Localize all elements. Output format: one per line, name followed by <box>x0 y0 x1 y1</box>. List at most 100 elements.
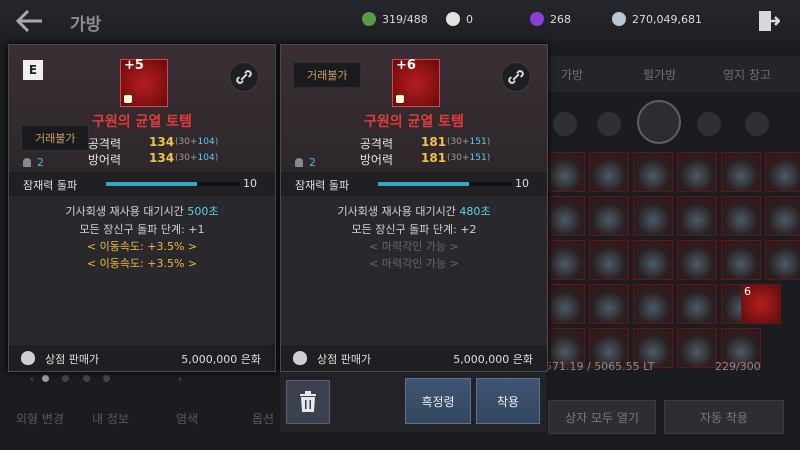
trash-icon[interactable] <box>286 380 330 424</box>
item-name: 구원의 균열 토템 <box>364 114 464 130</box>
inventory-slot[interactable] <box>545 284 585 324</box>
money-bag-icon <box>293 351 307 365</box>
inventory-slot[interactable] <box>765 196 800 236</box>
breakthrough-line: 모든 장신구 돌파 단계: +1 <box>79 223 205 236</box>
tab-appearance[interactable]: 외형 변경 <box>16 410 64 427</box>
inventory-grid: 6 <box>545 152 800 368</box>
inventory-slot[interactable] <box>589 196 629 236</box>
potential-breakthrough: 잠재력 돌파 10 <box>281 172 547 196</box>
tab-options[interactable]: 옵션 <box>252 410 274 427</box>
page-dot <box>42 375 50 382</box>
sell-price-row: 상점 판매가 5,000,000 은화 <box>281 345 547 371</box>
page-dot <box>102 375 110 382</box>
cooldown-line: 기사회생 재사용 대기시간 480초 <box>337 205 491 218</box>
shield-filter-icon[interactable] <box>697 112 721 136</box>
inventory-slot[interactable] <box>589 240 629 280</box>
bottom-tab-bar: 외형 변경 내 정보 염색 옵션 <box>0 400 280 438</box>
accessory-filter-icon[interactable] <box>637 100 681 144</box>
magic-engrave-line: < 마력각인 가능 > <box>369 257 459 270</box>
untradeable-tag: 거래불가 <box>293 62 362 88</box>
link-icon[interactable] <box>229 62 259 92</box>
equip-button[interactable]: 착용 <box>476 378 540 424</box>
inventory-slot[interactable] <box>677 152 717 192</box>
chevron-right-icon[interactable]: › <box>178 374 182 385</box>
top-bar: 가방 319/488 0 268 270,049,681 <box>0 0 800 42</box>
inventory-slot[interactable] <box>633 152 673 192</box>
armor-filter-icon[interactable] <box>597 112 621 136</box>
page-dot <box>82 375 90 382</box>
cooldown-line: 기사회생 재사용 대기시간 500초 <box>65 205 219 218</box>
resource-pearl: 0 <box>446 10 473 28</box>
trash-glyph-icon <box>300 391 316 412</box>
inventory-slot[interactable] <box>633 196 673 236</box>
item-card-current: E 거래불가 +5 구원의 균열 토템 공격력 134 (30+104) 방어력… <box>8 44 276 372</box>
move-speed-line: < 이동속도: +3.5% > <box>86 240 198 253</box>
green-coin-icon <box>362 12 376 26</box>
inventory-slot[interactable] <box>677 284 717 324</box>
potion-filter-icon[interactable] <box>745 112 769 136</box>
item-card-compare: 거래불가 +6 구원의 균열 토템 공격력 181 (30+151) 방어력 1… <box>280 44 548 372</box>
silver-coin-icon <box>612 12 626 26</box>
potential-breakthrough: 잠재력 돌파 10 <box>9 172 275 196</box>
page-dot <box>62 375 70 382</box>
breakthrough-progress-bar <box>378 182 512 186</box>
stack-count: 2 <box>23 156 44 169</box>
breakthrough-progress-fill <box>106 182 198 186</box>
link-icon[interactable] <box>501 62 531 92</box>
auto-equip-button[interactable]: 자동 착용 <box>664 400 784 434</box>
tab-my-info[interactable]: 내 정보 <box>92 410 129 427</box>
breakthrough-line: 모든 장신구 돌파 단계: +2 <box>351 223 477 236</box>
totem-item-icon: +6 <box>392 58 440 107</box>
inventory-slot[interactable] <box>721 196 761 236</box>
page-title: 가방 <box>70 15 102 35</box>
exit-door-icon[interactable] <box>756 9 780 33</box>
inventory-slot[interactable] <box>545 196 585 236</box>
resource-silver: 270,049,681 <box>612 10 702 28</box>
tab-storage[interactable]: 영지 창고 <box>723 66 771 83</box>
page-indicator: ‹ › <box>30 374 182 385</box>
chevron-left-icon[interactable]: ‹ <box>30 374 34 385</box>
person-icon <box>23 158 31 167</box>
move-speed-line: < 이동속도: +3.5% > <box>86 257 198 270</box>
pearl-icon <box>446 12 460 26</box>
back-arrow-icon[interactable] <box>14 8 44 34</box>
inventory-slot[interactable] <box>721 152 761 192</box>
lock-icon <box>396 95 404 103</box>
person-icon <box>295 158 303 167</box>
grade-badge: E <box>23 60 43 80</box>
sell-price-row: 상점 판매가 5,000,000 은화 <box>9 345 275 371</box>
inventory-tabs: 가방 펄가방 영지 창고 <box>545 56 800 92</box>
stack-count: 2 <box>295 156 316 169</box>
breakthrough-progress-fill <box>378 182 470 186</box>
weight-readout: 571.19 / 5065.55 LT <box>545 360 655 373</box>
black-spirit-button[interactable]: 흑정령 <box>405 378 471 424</box>
inventory-slot[interactable] <box>633 284 673 324</box>
inventory-slot[interactable] <box>677 328 717 368</box>
magic-engrave-line: < 마력각인 가능 > <box>369 240 459 253</box>
inventory-slot[interactable] <box>589 152 629 192</box>
resource-purple-gem: 268 <box>530 10 571 28</box>
item-name: 구원의 균열 토템 <box>92 114 192 130</box>
tab-pearl-bag[interactable]: 펄가방 <box>643 66 676 83</box>
weapon-filter-icon[interactable] <box>553 112 577 136</box>
inventory-slot-totem[interactable]: 6 <box>741 284 781 324</box>
open-all-boxes-button[interactable]: 상자 모두 열기 <box>548 400 656 434</box>
inventory-slot[interactable] <box>589 284 629 324</box>
tab-bag[interactable]: 가방 <box>561 66 583 83</box>
inventory-slot[interactable] <box>765 152 800 192</box>
resource-green-coin: 319/488 <box>362 10 428 28</box>
breakthrough-progress-bar <box>106 182 240 186</box>
inventory-slot[interactable] <box>677 196 717 236</box>
inventory-slot[interactable] <box>677 240 717 280</box>
inventory-slot[interactable] <box>765 240 800 280</box>
inventory-slot[interactable] <box>545 152 585 192</box>
money-bag-icon <box>21 351 35 365</box>
lock-icon <box>124 95 132 103</box>
purple-gem-icon <box>530 12 544 26</box>
inventory-slot[interactable] <box>545 240 585 280</box>
inventory-slot[interactable] <box>721 240 761 280</box>
tab-dye[interactable]: 염색 <box>176 410 198 427</box>
inventory-slot[interactable] <box>633 240 673 280</box>
slot-count: 229/300 <box>715 360 761 373</box>
totem-item-icon: +5 <box>120 58 168 107</box>
